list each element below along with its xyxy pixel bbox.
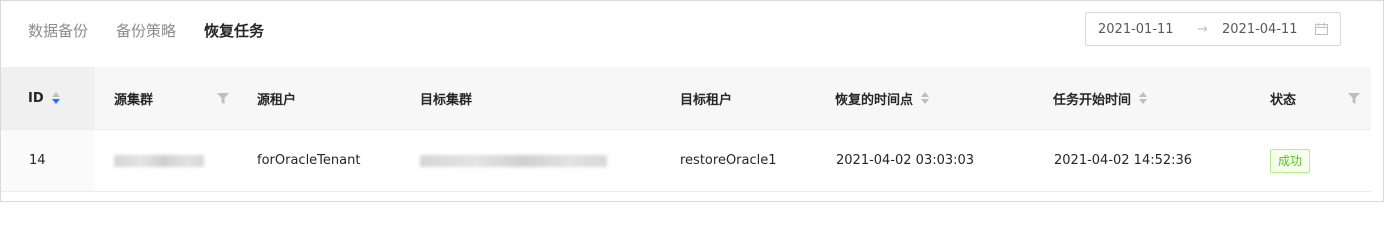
sort-icon[interactable]: [51, 92, 60, 104]
column-label-source-cluster: 源集群: [114, 92, 154, 108]
sort-descend-icon: [51, 99, 60, 104]
sort-ascend-icon: [1139, 92, 1148, 97]
column-label-id: ID: [28, 90, 44, 106]
sort-descend-icon: [921, 99, 930, 104]
cell-id: 14: [1, 130, 95, 191]
column-label-target-tenant: 目标租户: [680, 92, 733, 108]
redacted-text: [114, 154, 204, 167]
cell-source-cluster: [114, 130, 204, 191]
column-label-target-cluster: 目标集群: [420, 92, 473, 108]
cell-id-value: 14: [29, 153, 46, 168]
cell-target-tenant-value: restoreOracle1: [680, 153, 777, 168]
column-header-start-time[interactable]: 任务开始时间: [1053, 67, 1148, 129]
column-label-source-tenant: 源租户: [257, 92, 297, 108]
cell-restore-point-value: 2021-04-02 03:03:03: [836, 153, 975, 168]
status-badge: 成功: [1270, 148, 1311, 173]
cell-start-time-value: 2021-04-02 14:52:36: [1054, 153, 1193, 168]
redacted-text: [420, 154, 607, 167]
sort-icon[interactable]: [1139, 92, 1148, 104]
column-header-target-tenant: 目标租户: [680, 67, 732, 129]
cell-source-tenant: forOracleTenant: [257, 130, 360, 191]
column-label-restore-point: 恢复的时间点: [835, 92, 914, 108]
cell-restore-point: 2021-04-02 03:03:03: [836, 130, 974, 191]
range-start-input[interactable]: 2021-01-11: [1098, 22, 1174, 37]
sort-ascend-icon: [921, 92, 930, 97]
filter-icon[interactable]: [1348, 93, 1360, 104]
cell-start-time: 2021-04-02 14:52:36: [1054, 130, 1192, 191]
column-header-source-cluster: 源集群: [114, 67, 153, 129]
column-header-restore-point[interactable]: 恢复的时间点: [835, 67, 930, 129]
column-label-status: 状态: [1270, 92, 1297, 108]
cell-source-tenant-value: forOracleTenant: [257, 153, 361, 168]
restore-task-table: ID 源集群 源租户 目标集群 目标租户 恢复的时间点 任务开始时间 状态 14…: [1, 67, 1371, 192]
column-header-id[interactable]: ID: [1, 67, 95, 129]
calendar-icon: [1315, 23, 1328, 35]
range-separator-arrow: →: [1197, 21, 1208, 37]
tab-data-backup[interactable]: 数据备份: [28, 18, 88, 44]
column-header-status: 状态: [1270, 67, 1296, 129]
table-header: ID 源集群 源租户 目标集群 目标租户 恢复的时间点 任务开始时间 状态: [1, 67, 1371, 130]
cell-target-tenant: restoreOracle1: [680, 130, 777, 191]
filter-icon[interactable]: [217, 93, 229, 104]
tab-bar: 数据备份 备份策略 恢复任务: [28, 18, 264, 44]
sort-ascend-icon: [51, 92, 60, 97]
cell-target-cluster: [420, 130, 607, 191]
tab-restore-tasks[interactable]: 恢复任务: [204, 18, 264, 44]
column-header-target-cluster: 目标集群: [420, 67, 472, 129]
cell-status: 成功: [1270, 130, 1311, 191]
table-body: 14 forOracleTenant restoreOracle1 2021-0…: [1, 130, 1371, 192]
sort-icon[interactable]: [921, 92, 930, 104]
range-end-input[interactable]: 2021-04-11: [1222, 22, 1298, 37]
table-row[interactable]: 14 forOracleTenant restoreOracle1 2021-0…: [1, 130, 1371, 192]
date-range-picker[interactable]: 2021-01-11 → 2021-04-11: [1085, 12, 1341, 46]
column-header-source-tenant: 源租户: [257, 67, 296, 129]
column-label-start-time: 任务开始时间: [1053, 92, 1132, 108]
tab-backup-policy[interactable]: 备份策略: [116, 18, 176, 44]
sort-descend-icon: [1139, 99, 1148, 104]
